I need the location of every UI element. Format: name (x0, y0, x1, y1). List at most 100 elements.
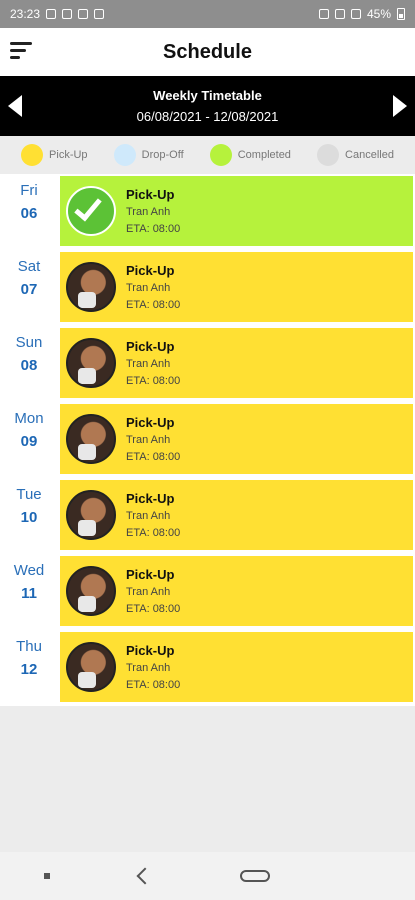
notification-icon (62, 9, 73, 19)
student-name: Tran Anh (126, 662, 171, 674)
day-name: Tue (16, 486, 42, 503)
legend-dot-pickup (21, 144, 44, 166)
day-column: Mon 09 (0, 402, 58, 476)
trip-eta: ETA: 08:00 (126, 603, 181, 615)
trip-details: Pick-Up Tran Anh ETA: 08:00 (126, 339, 180, 387)
trip-type: Pick-Up (126, 567, 175, 582)
day-number: 07 (20, 281, 38, 298)
day-number: 11 (21, 585, 37, 602)
status-left: 23:23 (10, 7, 105, 21)
day-name: Fri (20, 182, 38, 199)
next-week-arrow-icon[interactable] (393, 95, 407, 117)
day-name: Thu (16, 638, 42, 655)
trip-details: Pick-Up Tran Anh ETA: 08:00 (126, 187, 180, 235)
schedule-row: Wed 11 Pick-Up Tran Anh ETA: 08:00 (0, 554, 415, 630)
day-name: Sun (15, 334, 43, 351)
avatar (66, 642, 116, 692)
week-range: 06/08/2021 - 12/08/2021 (136, 109, 279, 124)
avatar (66, 262, 116, 312)
trip-card[interactable]: Pick-Up Tran Anh ETA: 08:00 (60, 252, 413, 322)
day-name: Wed (13, 562, 45, 579)
recent-apps-icon[interactable] (44, 873, 51, 879)
wifi-icon (334, 9, 345, 19)
legend-label: Completed (237, 149, 291, 161)
trip-card[interactable]: Pick-Up Tran Anh ETA: 08:00 (60, 480, 413, 550)
page-title: Schedule (163, 40, 252, 63)
legend-item-completed: Completed (209, 144, 291, 166)
day-number: 09 (20, 433, 38, 450)
trip-card[interactable]: Pick-Up Tran Anh ETA: 08:00 (60, 328, 413, 398)
legend-item-cancelled: Cancelled (317, 144, 394, 166)
trip-card[interactable]: Pick-Up Tran Anh ETA: 08:00 (60, 632, 413, 702)
week-navigator: Weekly Timetable 06/08/2021 - 12/08/2021 (0, 76, 415, 136)
trip-details: Pick-Up Tran Anh ETA: 08:00 (126, 415, 180, 463)
student-name: Tran Anh (126, 282, 171, 294)
avatar (66, 566, 116, 616)
trip-eta: ETA: 08:00 (126, 223, 181, 235)
trip-type: Pick-Up (126, 187, 175, 202)
day-column: Sun 08 (0, 326, 58, 400)
day-name: Mon (14, 410, 44, 427)
legend-item-dropoff: Drop-Off (113, 144, 184, 166)
trip-eta: ETA: 08:00 (126, 527, 181, 539)
trip-eta: ETA: 08:00 (126, 679, 181, 691)
legend-label: Cancelled (345, 149, 394, 161)
status-legend: Pick-Up Drop-Off Completed Cancelled (0, 136, 415, 174)
menu-icon[interactable] (10, 42, 34, 62)
system-navigation-bar (0, 852, 415, 900)
file-icon (94, 9, 105, 19)
trip-card[interactable]: Pick-Up Tran Anh ETA: 08:00 (60, 556, 413, 626)
day-number: 06 (20, 205, 38, 222)
mail-icon (78, 9, 89, 19)
avatar (66, 414, 116, 464)
battery-percent: 45% (366, 7, 391, 21)
status-bar: 23:23 45% (0, 0, 415, 28)
trip-type: Pick-Up (126, 415, 175, 430)
trip-type: Pick-Up (126, 339, 175, 354)
trip-card[interactable]: Pick-Up Tran Anh ETA: 08:00 (60, 404, 413, 474)
schedule-row: Tue 10 Pick-Up Tran Anh ETA: 08:00 (0, 478, 415, 554)
student-name: Tran Anh (126, 358, 171, 370)
trip-details: Pick-Up Tran Anh ETA: 08:00 (126, 491, 180, 539)
legend-item-pickup: Pick-Up (21, 144, 88, 166)
status-time: 23:23 (10, 7, 41, 21)
student-name: Tran Anh (126, 510, 171, 522)
day-column: Sat 07 (0, 250, 58, 324)
back-icon[interactable] (136, 867, 154, 885)
week-title: Weekly Timetable (153, 88, 262, 103)
avatar (66, 490, 116, 540)
day-number: 08 (20, 357, 38, 374)
status-right: 45% (318, 7, 405, 21)
day-number: 12 (20, 661, 38, 678)
student-name: Tran Anh (126, 586, 171, 598)
battery-icon (397, 8, 405, 20)
student-name: Tran Anh (126, 434, 171, 446)
trip-type: Pick-Up (126, 263, 175, 278)
trip-eta: ETA: 08:00 (126, 451, 181, 463)
schedule-row: Sat 07 Pick-Up Tran Anh ETA: 08:00 (0, 250, 415, 326)
completed-check-icon (66, 186, 116, 236)
trip-details: Pick-Up Tran Anh ETA: 08:00 (126, 263, 180, 311)
trip-details: Pick-Up Tran Anh ETA: 08:00 (126, 567, 180, 615)
schedule-row: Thu 12 Pick-Up Tran Anh ETA: 08:00 (0, 630, 415, 706)
day-column: Thu 12 (0, 630, 58, 704)
app-header: Schedule (0, 28, 415, 76)
schedule-list: Fri 06 Pick-Up Tran Anh ETA: 08:00 Sat 0… (0, 174, 415, 706)
vibrate-icon (318, 9, 329, 19)
home-icon[interactable] (239, 870, 270, 882)
schedule-row: Mon 09 Pick-Up Tran Anh ETA: 08:00 (0, 402, 415, 478)
day-column: Wed 11 (0, 554, 58, 628)
trip-eta: ETA: 08:00 (126, 375, 181, 387)
trip-eta: ETA: 08:00 (126, 299, 181, 311)
schedule-row: Fri 06 Pick-Up Tran Anh ETA: 08:00 (0, 174, 415, 250)
legend-dot-dropoff (113, 144, 136, 166)
trip-type: Pick-Up (126, 643, 175, 658)
trip-card[interactable]: Pick-Up Tran Anh ETA: 08:00 (60, 176, 413, 246)
legend-label: Pick-Up (49, 149, 88, 161)
trip-type: Pick-Up (126, 491, 175, 506)
avatar (66, 338, 116, 388)
schedule-row: Sun 08 Pick-Up Tran Anh ETA: 08:00 (0, 326, 415, 402)
previous-week-arrow-icon[interactable] (8, 95, 22, 117)
legend-label: Drop-Off (141, 149, 184, 161)
legend-dot-completed (209, 144, 232, 166)
